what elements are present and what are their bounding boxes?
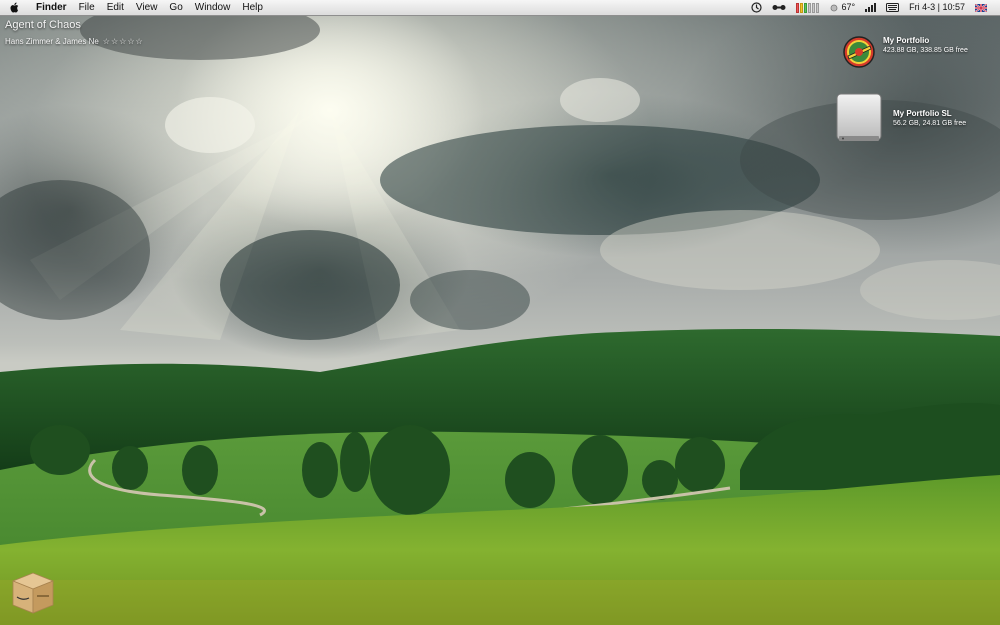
meter-bar-empty (807, 2, 811, 13)
meter-bar-green (803, 2, 807, 13)
menu-bar: Finder File Edit View Go Window Help 67° (0, 0, 1000, 16)
drive-capacity: 423.88 GB, 338.85 GB free (883, 47, 968, 54)
drive-capacity: 56.2 GB, 24.81 GB free (893, 120, 967, 127)
meter-bar-yellow (799, 2, 803, 13)
cardboard-box-icon[interactable] (9, 567, 57, 615)
menu-file[interactable]: File (73, 0, 101, 15)
menu-edit[interactable]: Edit (101, 0, 130, 15)
planet-express-icon (843, 36, 875, 68)
track-title: Agent of Chaos (5, 19, 81, 31)
sync-status-icon[interactable] (746, 2, 767, 13)
signal-strength-icon[interactable] (860, 3, 881, 12)
drive-my-portfolio-sl[interactable]: My Portfolio SL 56.2 GB, 24.81 GB free (835, 93, 966, 145)
battery-meter-icon[interactable] (791, 2, 824, 13)
bluetooth-icon[interactable] (767, 3, 791, 12)
clock[interactable]: Fri 4-3 | 10:57 (904, 0, 970, 15)
weather-status[interactable]: 67° (824, 0, 861, 15)
menu-help[interactable]: Help (236, 0, 269, 15)
menu-window[interactable]: Window (189, 0, 237, 15)
apple-menu-icon[interactable] (0, 2, 30, 14)
hard-drive-icon (836, 93, 882, 141)
track-meta: Hans Zimmer & James Ne ☆☆☆☆☆ (5, 37, 144, 46)
temperature-label: 67° (841, 2, 856, 12)
track-rating-stars[interactable]: ☆☆☆☆☆ (103, 37, 144, 46)
status-menus: 67° Fri 4-3 | 10:57 (746, 0, 1000, 15)
weather-icon (830, 4, 837, 11)
meter-bar-empty (811, 2, 815, 13)
drive-my-portfolio[interactable]: My Portfolio 423.88 GB, 338.85 GB free (843, 36, 968, 68)
meter-bar-empty (815, 2, 819, 13)
input-source-flag-icon[interactable] (970, 3, 992, 12)
meter-bar-red (795, 2, 799, 13)
menu-view[interactable]: View (130, 0, 164, 15)
menu-app-finder[interactable]: Finder (30, 0, 73, 15)
track-artist: Hans Zimmer & James Ne (5, 37, 99, 46)
drive-name: My Portfolio SL (893, 109, 952, 118)
menu-go[interactable]: Go (163, 0, 188, 15)
now-playing-widget: Agent of Chaos Hans Zimmer & James Ne ☆☆… (5, 19, 144, 46)
drive-name: My Portfolio (883, 36, 930, 45)
keyboard-icon[interactable] (881, 3, 904, 12)
